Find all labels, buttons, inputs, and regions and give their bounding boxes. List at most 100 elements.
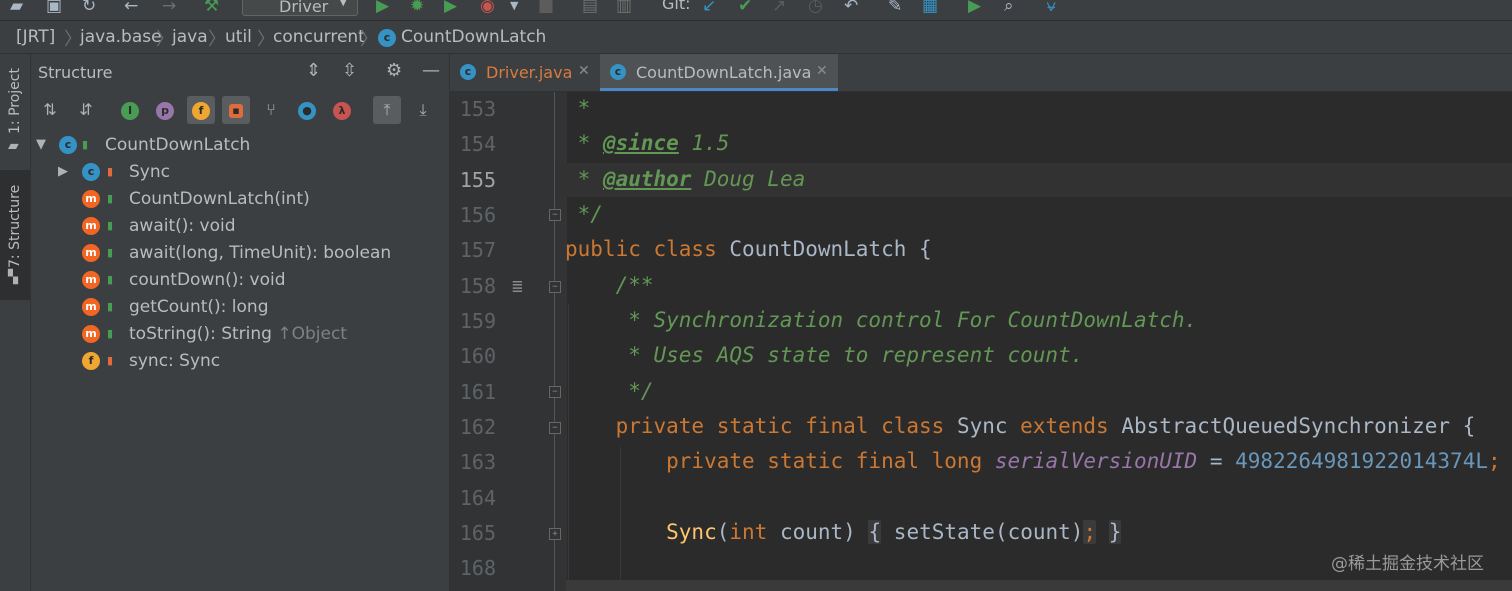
code-line-160: * Uses AQS state to represent count. — [565, 343, 1083, 367]
fold-start-icon[interactable]: − — [549, 281, 561, 293]
private-lock-icon: ▮ — [107, 165, 114, 178]
show-lambda-icon[interactable]: λ — [328, 96, 356, 124]
show-properties-icon[interactable]: p — [151, 96, 179, 124]
profile-dropdown-icon[interactable]: ▼ — [510, 0, 518, 16]
search-icon[interactable]: ⌕ — [1004, 0, 1014, 16]
show-fields-icon[interactable]: f — [187, 96, 215, 124]
tree-item-getcount[interactable]: m ▮ getCount(): long — [31, 294, 449, 321]
tree-item-await-timeout[interactable]: m ▮ await(long, TimeUnit): boolean — [31, 240, 449, 267]
settings-wrench-icon[interactable]: ✎ — [888, 0, 902, 16]
stop-icon[interactable]: ■ — [538, 0, 554, 16]
git-rollback-icon[interactable]: ↶ — [844, 0, 858, 16]
git-push-icon[interactable]: ↗ — [772, 0, 786, 16]
tree-item-countdownlatch[interactable]: ▼ c ▮ CountDownLatch — [31, 132, 449, 159]
breadcrumb-item-util[interactable]: util — [225, 27, 252, 47]
forward-icon[interactable]: → — [162, 0, 176, 16]
close-icon[interactable]: ✕ — [578, 63, 590, 79]
translate-icon[interactable]: ⍱ — [1046, 0, 1056, 16]
run-icon[interactable]: ▶ — [376, 0, 389, 16]
line-number-gutter — [450, 92, 567, 591]
breadcrumb-item-concurrent[interactable]: concurrent — [273, 27, 365, 47]
show-lambdas-icon[interactable]: ● — [293, 96, 321, 124]
git-commit-icon[interactable]: ✔ — [738, 0, 752, 16]
method-icon: m — [82, 190, 100, 208]
line-number: 157 — [459, 238, 496, 262]
open-folder-icon[interactable]: ▰ — [10, 0, 23, 16]
breadcrumb-item-countdownlatch[interactable]: CountDownLatch — [401, 27, 546, 47]
coverage-icon[interactable]: ▶ — [444, 0, 457, 16]
tree-item-constructor[interactable]: m ▮ CountDownLatch(int) — [31, 186, 449, 213]
breadcrumb-item-java[interactable]: java — [172, 27, 208, 47]
hide-panel-icon[interactable]: — — [422, 60, 440, 81]
line-number: 159 — [459, 309, 496, 333]
class-icon: c — [82, 163, 100, 181]
folded-code-brace[interactable]: } — [1108, 520, 1122, 544]
tab-countdownlatch-java[interactable]: c CountDownLatch.java ✕ — [600, 54, 838, 91]
method-icon: m — [82, 271, 100, 289]
breadcrumb-item-java-base[interactable]: java.base — [80, 27, 162, 47]
fold-end-icon[interactable]: − — [549, 386, 561, 398]
method-icon: m — [82, 298, 100, 316]
tree-item-tostring[interactable]: m ▮ toString(): String ↑Object — [31, 321, 449, 348]
show-anonymous-classes-icon[interactable]: ⑂ — [257, 96, 285, 124]
code-token: count) — [767, 520, 856, 544]
autoscroll-to-source-icon[interactable]: ⤒ — [373, 96, 401, 124]
collapse-all-icon[interactable]: ⇳ — [342, 60, 357, 81]
fold-end-icon[interactable]: − — [549, 209, 561, 221]
code-token: Doug Lea — [691, 167, 806, 191]
sort-alphabetically-icon[interactable]: ⇵ — [72, 96, 100, 124]
code-token: /** — [565, 273, 654, 297]
run-configuration-dropdown[interactable]: Driver ▼ — [242, 0, 358, 16]
fold-start-icon[interactable]: − — [549, 422, 561, 434]
line-number: 156 — [459, 203, 496, 227]
code-line-162: private static final class Sync extends … — [565, 414, 1476, 438]
javadoc-render-icon[interactable]: ≣ — [512, 276, 523, 297]
back-icon[interactable]: ← — [124, 0, 138, 16]
run-config-edit-icon[interactable]: ▥ — [616, 0, 632, 16]
method-token: Sync — [565, 520, 717, 544]
project-structure-icon[interactable]: ▦ — [922, 0, 938, 16]
git-history-icon[interactable]: ◷ — [808, 0, 823, 16]
collapse-arrow-icon[interactable]: ▶ — [58, 164, 68, 179]
code-token: * Synchronization control For CountDownL… — [565, 308, 1198, 332]
sort-by-visibility-icon[interactable]: ⇅ — [36, 96, 64, 124]
show-non-public-icon[interactable]: ▪ — [222, 96, 250, 124]
debug-icon[interactable]: ✹ — [410, 0, 424, 16]
breadcrumb-item-jrt[interactable]: [JRT] — [16, 27, 55, 47]
field-token: serialVersionUID — [994, 449, 1198, 473]
fold-expand-icon[interactable]: + — [549, 528, 561, 540]
public-lock-icon: ▮ — [107, 300, 114, 313]
code-token: setState(count) — [893, 520, 1084, 544]
keyword-token: public class — [565, 237, 717, 261]
save-icon[interactable]: ▣ — [46, 0, 62, 16]
folded-code-brace[interactable]: { — [868, 520, 882, 544]
git-update-icon[interactable]: ↙ — [702, 0, 716, 16]
tree-item-sync-field[interactable]: f ▮ sync: Sync — [31, 348, 449, 375]
profile-icon[interactable]: ◉ — [480, 0, 495, 16]
expand-all-icon[interactable]: ⇕ — [306, 60, 321, 81]
tab-driver-java[interactable]: c Driver.java ✕ — [450, 54, 598, 91]
show-inherited-icon[interactable]: I — [116, 96, 144, 124]
code-line-158: /** — [565, 273, 654, 297]
structure-tool-tab[interactable]: 7: Structure ▚ — [0, 170, 30, 300]
expand-arrow-icon[interactable]: ▼ — [36, 137, 46, 152]
horizontal-scrollbar[interactable] — [566, 580, 1512, 591]
build-hammer-icon[interactable]: ⚒ — [204, 0, 219, 16]
code-editor[interactable]: 153 154 155 156 157 158 159 160 161 162 … — [450, 92, 1512, 591]
code-line-156: */ — [565, 202, 603, 226]
tree-item-sync[interactable]: ▶ c ▮ Sync — [31, 159, 449, 186]
tree-item-countdown[interactable]: m ▮ countDown(): void — [31, 267, 449, 294]
close-icon[interactable]: ✕ — [816, 63, 828, 79]
gear-icon[interactable]: ⚙ — [386, 60, 402, 81]
project-tool-tab[interactable]: 1: Project ▰ — [0, 56, 30, 156]
keyword-token: private static final long — [565, 449, 983, 473]
presentation-icon[interactable]: ▶ — [968, 0, 981, 16]
tree-item-await[interactable]: m ▮ await(): void — [31, 213, 449, 240]
sync-icon[interactable]: ↻ — [82, 0, 96, 16]
method-icon: m — [82, 244, 100, 262]
code-token: ; — [1488, 449, 1501, 473]
code-line-161: */ — [565, 379, 653, 403]
code-token: CountDownLatch { — [716, 237, 932, 261]
autoscroll-from-source-icon[interactable]: ⤓ — [409, 96, 437, 124]
attach-icon[interactable]: ▤ — [582, 0, 598, 16]
